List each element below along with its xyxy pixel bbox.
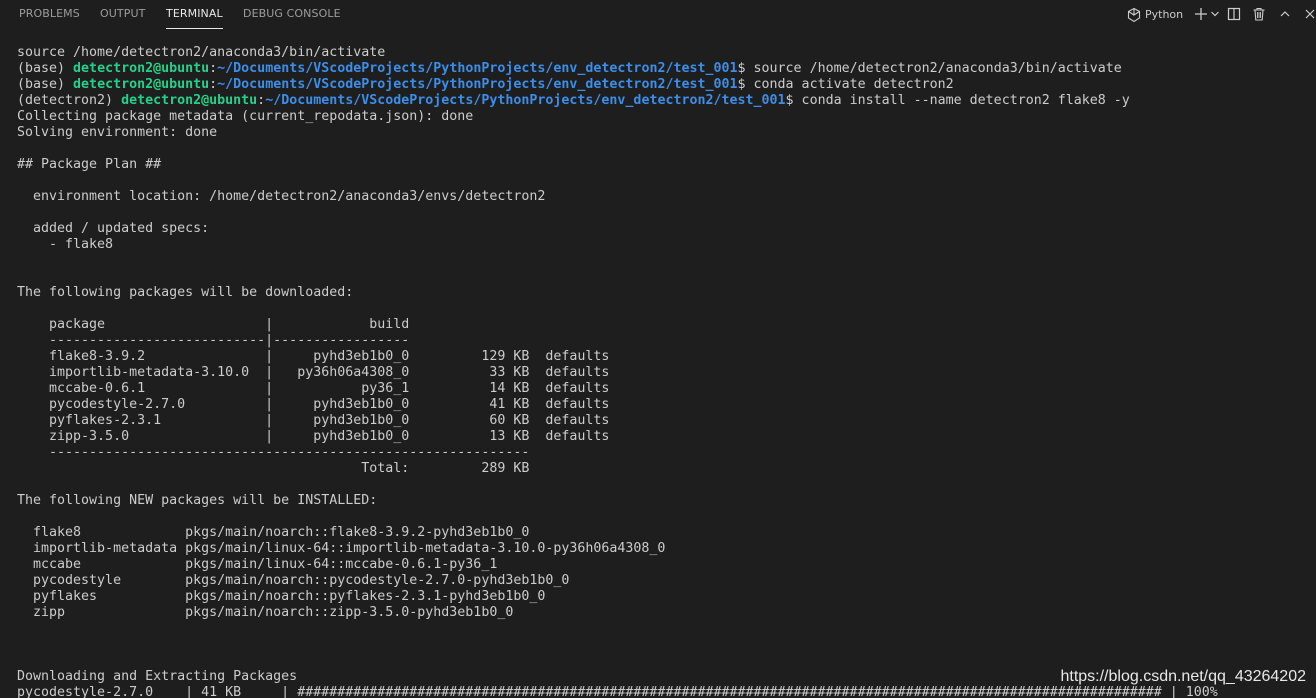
terminal-line: The following packages will be downloade… — [17, 285, 354, 300]
terminal-line: environment location: /home/detectron2/a… — [17, 189, 546, 204]
split-terminal-button[interactable] — [1227, 7, 1241, 21]
terminal-prompt-line: (detectron2) detectron2@ubuntu:~/Documen… — [17, 93, 1316, 109]
shell-label: Python — [1145, 8, 1184, 21]
tab-output[interactable]: OUTPUT — [100, 7, 145, 20]
active-tab-indicator — [166, 28, 223, 29]
terminal-output[interactable]: source /home/detectron2/anaconda3/bin/ac… — [17, 45, 1316, 698]
terminal-panel: PROBLEMS OUTPUT TERMINAL DEBUG CONSOLE P… — [0, 0, 1316, 698]
prompt-user: detectron2@ubuntu — [73, 61, 210, 76]
prompt-path: ~/Documents/VScodeProjects/PythonProject… — [217, 61, 738, 76]
terminal-line: pycodestyle pkgs/main/noarch::pycodestyl… — [17, 573, 570, 588]
terminal-line: importlib-metadata-3.10.0 | py36h06a4308… — [17, 365, 610, 380]
panel-tab-bar: PROBLEMS OUTPUT TERMINAL DEBUG CONSOLE P… — [0, 0, 1316, 30]
terminal-prompt-line: (base) detectron2@ubuntu:~/Documents/VSc… — [17, 77, 1316, 93]
terminal-line: ---------------------------|------------… — [17, 333, 410, 348]
terminal-line: source /home/detectron2/anaconda3/bin/ac… — [17, 45, 386, 60]
close-panel-button[interactable] — [1304, 8, 1316, 20]
split-terminal-icon — [1227, 7, 1241, 21]
python-shell-icon — [1126, 7, 1142, 23]
terminal-line: pycodestyle-2.7.0 | pyhd3eb1b0_0 41 KB d… — [17, 397, 610, 412]
terminal-line: added / updated specs: — [17, 221, 210, 236]
plus-icon — [1194, 7, 1208, 21]
tab-terminal[interactable]: TERMINAL — [166, 7, 223, 29]
kill-terminal-button[interactable] — [1252, 7, 1266, 21]
terminal-line: pycodestyle-2.7.0 | 41 KB | ############… — [17, 685, 1218, 698]
prompt-env: (base) — [17, 61, 74, 76]
prompt-user: detectron2@ubuntu — [73, 77, 210, 92]
prompt-command: $ conda install --name detectron2 flake8… — [785, 93, 1130, 108]
terminal-line: zipp pkgs/main/noarch::zipp-3.5.0-pyhd3e… — [17, 605, 514, 620]
terminal-line: zipp-3.5.0 | pyhd3eb1b0_0 13 KB defaults — [17, 429, 610, 444]
new-terminal-button[interactable] — [1194, 7, 1208, 21]
tab-terminal-label: TERMINAL — [166, 7, 223, 20]
terminal-line: ----------------------------------------… — [17, 445, 530, 460]
prompt-command: $ conda activate detectron2 — [737, 77, 954, 92]
prompt-path: ~/Documents/VScodeProjects/PythonProject… — [265, 93, 786, 108]
terminal-line: Total: 289 KB — [17, 461, 530, 476]
terminal-line: package | build — [17, 317, 410, 332]
chevron-down-icon — [1210, 9, 1220, 19]
prompt-user: detectron2@ubuntu — [121, 93, 258, 108]
watermark: https://blog.csdn.net/qq_43264202 — [1060, 668, 1306, 685]
prompt-separator: : — [209, 77, 218, 92]
chevron-up-icon — [1279, 8, 1291, 20]
tab-problems[interactable]: PROBLEMS — [19, 7, 80, 20]
terminal-line: pyflakes-2.3.1 | pyhd3eb1b0_0 60 KB defa… — [17, 413, 610, 428]
terminal-prompt-line: (base) detectron2@ubuntu:~/Documents/VSc… — [17, 61, 1316, 77]
prompt-separator: : — [257, 93, 266, 108]
prompt-env: (base) — [17, 77, 74, 92]
terminal-line: The following NEW packages will be INSTA… — [17, 493, 378, 508]
terminal-line: mccabe pkgs/main/linux-64::mccabe-0.6.1-… — [17, 557, 498, 572]
terminal-line: pyflakes pkgs/main/noarch::pyflakes-2.3.… — [17, 589, 546, 604]
close-icon — [1304, 8, 1316, 20]
terminal-toolbar: Python — [1116, 0, 1316, 30]
terminal-line: ## Package Plan ## — [17, 157, 162, 172]
maximize-panel-button[interactable] — [1279, 8, 1291, 20]
terminal-line: mccabe-0.6.1 | py36_1 14 KB defaults — [17, 381, 610, 396]
terminal-line: flake8-3.9.2 | pyhd3eb1b0_0 129 KB defau… — [17, 349, 610, 364]
launch-profile-button[interactable] — [1210, 9, 1220, 19]
terminal-line: Solving environment: done — [17, 125, 218, 140]
terminal-line: Collecting package metadata (current_rep… — [17, 109, 474, 124]
terminal-line: flake8 pkgs/main/noarch::flake8-3.9.2-py… — [17, 525, 530, 540]
terminal-line: - flake8 — [17, 237, 114, 252]
prompt-path: ~/Documents/VScodeProjects/PythonProject… — [217, 77, 738, 92]
prompt-env: (detectron2) — [17, 93, 122, 108]
tab-debug-console[interactable]: DEBUG CONSOLE — [243, 7, 341, 20]
prompt-separator: : — [209, 61, 218, 76]
trash-icon — [1252, 7, 1266, 21]
prompt-command: $ source /home/detectron2/anaconda3/bin/… — [737, 61, 1122, 76]
terminal-line: importlib-metadata pkgs/main/linux-64::i… — [17, 541, 666, 556]
